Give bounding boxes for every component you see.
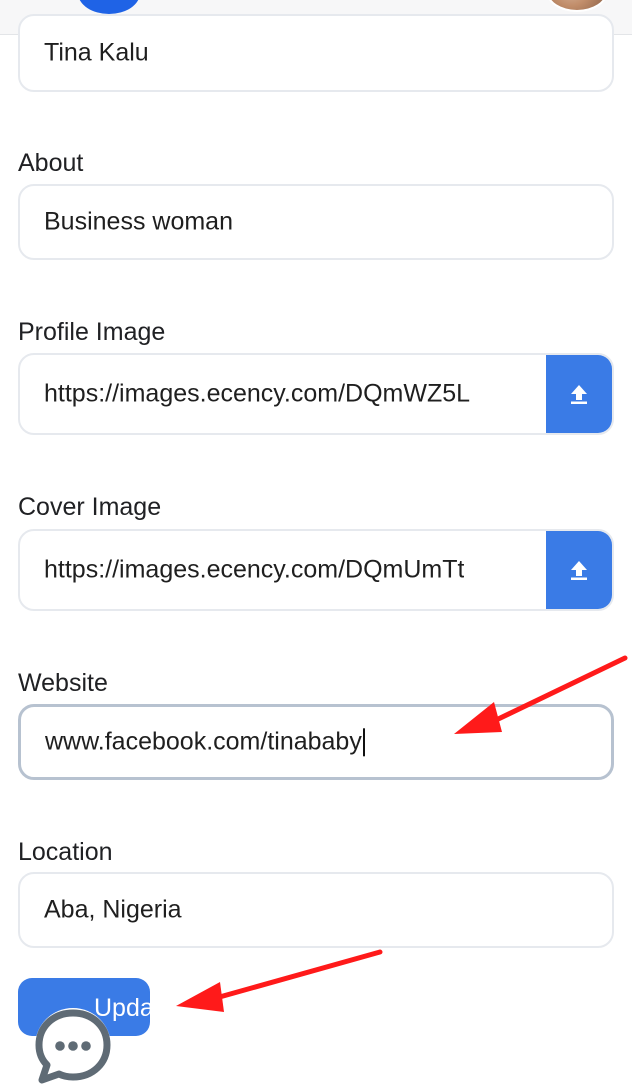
cover-image-field-value: https://images.ecency.com/DQmUmTt (44, 555, 465, 584)
name-field-value: Tina Kalu (44, 38, 149, 67)
chat-bubble-icon[interactable] (28, 1000, 118, 1090)
cover-image-field[interactable]: https://images.ecency.com/DQmUmTt (18, 529, 614, 611)
text-caret (362, 728, 365, 757)
website-field-value: www.facebook.com/tinababy (45, 727, 362, 756)
profile-image-field[interactable]: https://images.ecency.com/DQmWZ5L (18, 353, 614, 435)
about-label: About (18, 149, 84, 177)
upload-icon (571, 385, 587, 404)
cover-image-upload-button[interactable] (546, 531, 612, 609)
upload-icon (571, 561, 587, 580)
location-label: Location (18, 838, 113, 866)
profile-image-upload-button[interactable] (546, 355, 612, 433)
name-field[interactable]: Tina Kalu (18, 14, 614, 92)
profile-image-field-value: https://images.ecency.com/DQmWZ5L (44, 379, 471, 408)
profile-edit-form: Tina Kalu About Business woman Profile I… (0, 0, 632, 1080)
about-field[interactable]: Business woman (18, 184, 614, 260)
location-field[interactable]: Aba, Nigeria (18, 872, 614, 948)
cover-image-label: Cover Image (18, 493, 162, 521)
location-field-value: Aba, Nigeria (44, 895, 182, 924)
profile-image-label: Profile Image (18, 318, 166, 346)
website-field[interactable]: www.facebook.com/tinababy (18, 704, 614, 780)
website-label: Website (18, 669, 108, 697)
about-field-value: Business woman (44, 207, 233, 236)
website-field-text: www.facebook.com/tinababy (45, 727, 365, 757)
